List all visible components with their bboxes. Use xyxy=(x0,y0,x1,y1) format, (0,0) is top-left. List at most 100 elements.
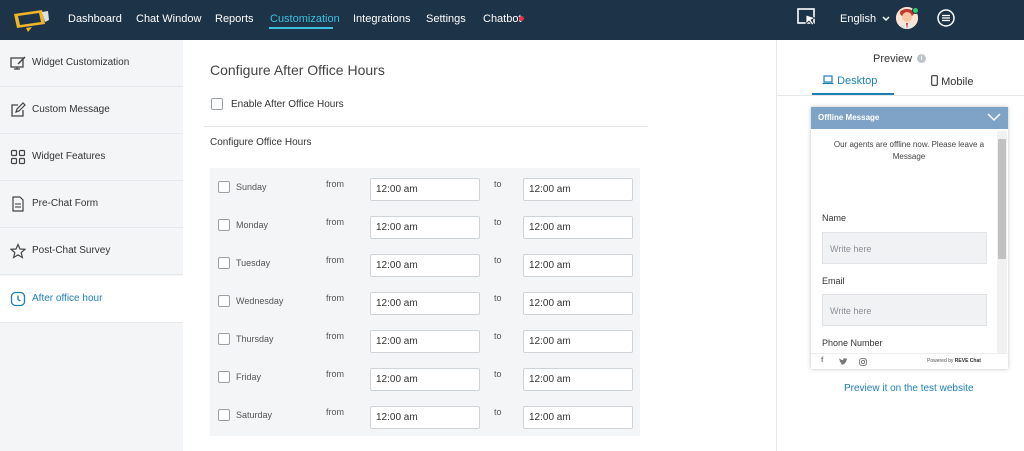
from-time-thursday[interactable]: 12:00 am xyxy=(370,330,480,353)
email-field-label: Email xyxy=(822,276,845,286)
divider xyxy=(204,126,648,127)
to-time-thursday[interactable]: 12:00 am xyxy=(523,330,633,353)
monitor-edit-icon xyxy=(10,56,26,70)
day-checkbox-friday[interactable] xyxy=(218,371,230,383)
nav-reports[interactable]: Reports xyxy=(215,13,254,25)
from-label: from xyxy=(326,369,344,379)
day-label-monday: Monday xyxy=(236,220,269,230)
sidebar-item-label: Widget Customization xyxy=(32,57,130,68)
day-checkbox-thursday[interactable] xyxy=(218,333,230,345)
edit-icon xyxy=(11,102,26,117)
from-time-saturday[interactable]: 12:00 am xyxy=(370,406,480,429)
powered-by-brand[interactable]: REVE Chat xyxy=(955,358,981,364)
offline-message-text: Our agents are offline now. Please leave… xyxy=(833,140,985,161)
name-field-label: Name xyxy=(822,213,847,223)
from-label: from xyxy=(326,331,344,341)
clock-icon xyxy=(10,291,26,307)
language-selector[interactable]: English xyxy=(840,13,890,25)
nav-integrations[interactable]: Integrations xyxy=(353,13,410,25)
sidebar-item-post-chat-survey[interactable]: Post-Chat Survey xyxy=(0,228,183,275)
page-title: Configure After Office Hours xyxy=(210,62,385,78)
scrollbar-thumb[interactable] xyxy=(998,139,1006,259)
sidebar-item-widget-customization[interactable]: Widget Customization xyxy=(0,40,183,87)
name-input[interactable]: Write here xyxy=(822,232,987,264)
nav-chatbot[interactable]: Chatbot xyxy=(483,13,522,25)
enable-after-office-hours-label: Enable After Office Hours xyxy=(231,99,344,110)
chevron-down-icon[interactable] xyxy=(987,112,1001,122)
screen-share-icon[interactable] xyxy=(796,6,818,28)
from-label: from xyxy=(326,179,344,189)
grid-icon xyxy=(10,149,26,165)
to-label: to xyxy=(494,369,502,379)
chat-widget-preview: Offline Message Our agents are offline n… xyxy=(811,107,1008,369)
facebook-icon[interactable]: f xyxy=(821,357,823,364)
day-label-thursday: Thursday xyxy=(236,334,274,344)
from-time-friday[interactable]: 12:00 am xyxy=(370,368,480,391)
mobile-icon xyxy=(931,75,938,86)
day-checkbox-monday[interactable] xyxy=(218,219,230,231)
sidebar-item-pre-chat-form[interactable]: Pre-Chat Form xyxy=(0,181,183,228)
day-checkbox-tuesday[interactable] xyxy=(218,257,230,269)
from-label: from xyxy=(326,217,344,227)
office-hours-title: Configure Office Hours xyxy=(210,137,312,148)
preview-test-website-link[interactable]: Preview it on the test website xyxy=(844,383,974,394)
notification-dot xyxy=(519,16,524,21)
active-tab-underline xyxy=(269,27,333,29)
day-label-sunday: Sunday xyxy=(236,182,267,192)
from-time-monday[interactable]: 12:00 am xyxy=(370,216,480,239)
enable-after-office-hours-checkbox[interactable] xyxy=(211,98,223,110)
to-time-friday[interactable]: 12:00 am xyxy=(523,368,633,391)
language-label: English xyxy=(840,13,877,25)
to-time-tuesday[interactable]: 12:00 am xyxy=(523,254,633,277)
star-icon xyxy=(10,243,26,259)
menu-icon[interactable] xyxy=(936,8,956,28)
nav-dashboard[interactable]: Dashboard xyxy=(68,13,122,25)
day-checkbox-saturday[interactable] xyxy=(218,409,230,421)
day-label-wednesday: Wednesday xyxy=(236,296,284,306)
to-time-monday[interactable]: 12:00 am xyxy=(523,216,633,239)
sidebar-item-label: Pre-Chat Form xyxy=(32,198,99,209)
to-time-saturday[interactable]: 12:00 am xyxy=(523,406,633,429)
to-label: to xyxy=(494,407,502,417)
online-status-dot xyxy=(912,7,919,14)
to-time-sunday[interactable]: 12:00 am xyxy=(523,178,633,201)
sidebar-item-custom-message[interactable]: Custom Message xyxy=(0,87,183,134)
sidebar-item-label: Custom Message xyxy=(32,104,110,115)
sidebar-item-after-office-hour[interactable]: After office hour xyxy=(0,276,183,323)
email-input[interactable]: Write here xyxy=(822,294,987,326)
chevron-down-icon xyxy=(882,16,890,22)
from-label: from xyxy=(326,293,344,303)
tab-divider xyxy=(776,95,1024,96)
from-time-sunday[interactable]: 12:00 am xyxy=(370,178,480,201)
logo-icon[interactable] xyxy=(12,8,50,32)
sidebar-item-label: Post-Chat Survey xyxy=(32,245,111,256)
from-time-tuesday[interactable]: 12:00 am xyxy=(370,254,480,277)
tab-desktop-label: Desktop xyxy=(837,75,878,87)
tab-mobile[interactable]: Mobile xyxy=(931,75,973,88)
sidebar-item-label: Widget Features xyxy=(32,151,106,162)
from-label: from xyxy=(326,255,344,265)
sidebar-item-label: After office hour xyxy=(32,293,103,304)
phone-field-label: Phone Number xyxy=(822,338,883,348)
nav-settings[interactable]: Settings xyxy=(426,13,466,25)
nav-customization[interactable]: Customization xyxy=(270,13,340,25)
to-label: to xyxy=(494,179,502,189)
from-time-wednesday[interactable]: 12:00 am xyxy=(370,292,480,315)
sidebar-item-widget-features[interactable]: Widget Features xyxy=(0,134,183,181)
to-label: to xyxy=(494,331,502,341)
nav-chat-window[interactable]: Chat Window xyxy=(136,13,201,25)
twitter-icon[interactable] xyxy=(839,358,848,366)
info-icon[interactable]: i xyxy=(917,54,926,63)
instagram-icon[interactable] xyxy=(859,358,867,366)
tab-desktop[interactable]: Desktop xyxy=(822,75,877,87)
to-label: to xyxy=(494,293,502,303)
chat-header-title: Offline Message xyxy=(818,113,880,122)
day-label-tuesday: Tuesday xyxy=(236,258,271,268)
powered-by: Powered by REVE Chat xyxy=(927,358,981,364)
to-label: to xyxy=(494,255,502,265)
day-checkbox-sunday[interactable] xyxy=(218,181,230,193)
day-label-saturday: Saturday xyxy=(236,410,273,420)
to-time-wednesday[interactable]: 12:00 am xyxy=(523,292,633,315)
day-checkbox-wednesday[interactable] xyxy=(218,295,230,307)
to-label: to xyxy=(494,217,502,227)
